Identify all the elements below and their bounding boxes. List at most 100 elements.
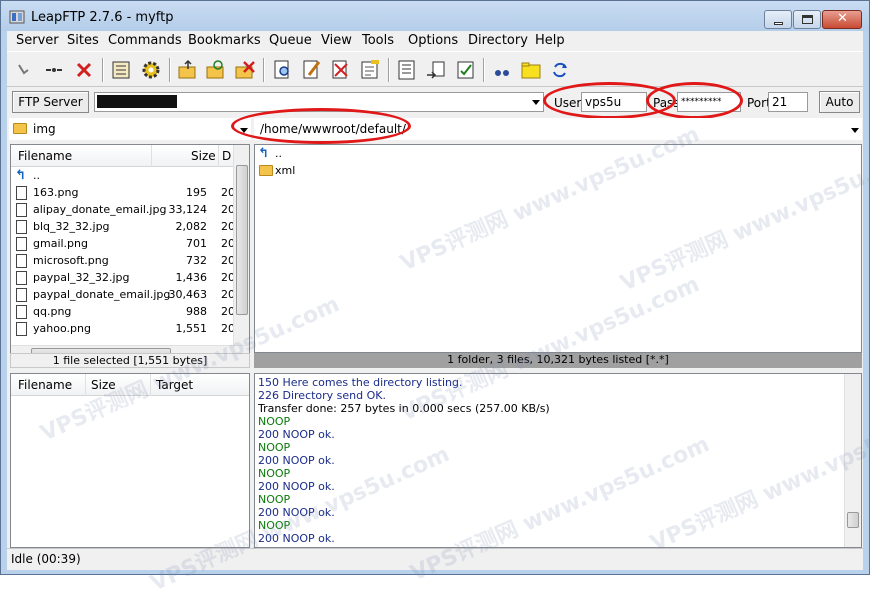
path-row: img /home/wwwroot/default/ [7, 108, 863, 144]
maximize-button[interactable] [793, 10, 821, 29]
list-item[interactable]: paypal_32_32.jpg 1,436 20 [11, 270, 235, 287]
col-size[interactable]: Size [91, 378, 116, 392]
settings-gear-icon[interactable] [140, 59, 162, 81]
file-icon [16, 271, 27, 285]
log-panel[interactable]: 150 Here comes the directory listing. 226… [254, 373, 862, 548]
folder-icon [259, 165, 273, 176]
list-item[interactable]: microsoft.png 732 20 [11, 253, 235, 270]
auto-button[interactable]: Auto [819, 91, 860, 113]
transfer-icon[interactable] [425, 59, 447, 81]
minimize-icon [774, 22, 783, 25]
file-size: 1,551 [175, 322, 208, 335]
file-icon [16, 254, 27, 268]
menu-server[interactable]: Server [16, 33, 59, 48]
checklist-icon[interactable] [455, 59, 477, 81]
folder-delete-icon[interactable] [234, 59, 256, 81]
connect-icon[interactable] [14, 59, 36, 81]
list-item[interactable]: paypal_donate_email.jpg 30,463 20 [11, 287, 235, 304]
cancel-x-icon[interactable] [73, 59, 95, 81]
menu-directory[interactable]: Directory [468, 33, 528, 48]
parent-dir-icon: ↰ [258, 146, 269, 161]
local-file-list[interactable]: Filename Size D ↰ .. 163.png 195 20 alipay_… [10, 144, 250, 364]
local-vertical-scrollbar[interactable] [233, 145, 249, 345]
menu-options[interactable]: Options [408, 33, 458, 48]
list-item-parent[interactable]: ↰ .. [11, 168, 233, 185]
log-line: 200 NOOP ok. [258, 454, 335, 467]
list-item[interactable]: qq.png 988 20 [11, 304, 235, 321]
col-filename[interactable]: Filename [18, 378, 72, 392]
list-item-parent[interactable]: ↰ .. [255, 146, 855, 163]
toolbar-separator [102, 58, 104, 82]
leapftp-app-icon [9, 10, 25, 24]
close-icon: ✕ [837, 11, 848, 26]
file-size: 1,436 [175, 271, 208, 284]
delete-file-icon[interactable] [330, 59, 352, 81]
file-icon [16, 203, 27, 217]
list-item[interactable]: blq_32_32.jpg 2,082 20 [11, 219, 235, 236]
binoculars-icon[interactable] [491, 59, 513, 81]
col-filename[interactable]: Filename [18, 149, 72, 163]
local-folder-combo[interactable]: img [9, 118, 251, 140]
log-line: 200 NOOP ok. [258, 480, 335, 493]
window-title: LeapFTP 2.7.6 - myftp [31, 10, 174, 25]
menu-commands[interactable]: Commands [108, 33, 182, 48]
col-size[interactable]: Size [191, 149, 216, 163]
log-line: 200 NOOP ok. [258, 532, 335, 545]
edit-pencil-icon[interactable] [301, 59, 323, 81]
scroll-thumb[interactable] [847, 512, 859, 528]
file-size: 732 [186, 254, 207, 267]
chevron-down-icon [532, 100, 540, 105]
port-field[interactable]: 21 [768, 92, 808, 112]
ftp-server-button[interactable]: FTP Server [12, 91, 89, 113]
log-line: 200 NOOP ok. [258, 506, 335, 519]
minimize-button[interactable] [764, 10, 792, 29]
col-date[interactable]: D [222, 149, 231, 163]
list-item-folder[interactable]: xml [255, 162, 855, 179]
col-divider [151, 145, 152, 167]
chevron-down-icon [851, 128, 859, 133]
menu-tools[interactable]: Tools [362, 33, 394, 48]
queue-header: Filename Size Target [11, 374, 249, 396]
col-divider [85, 374, 86, 396]
menu-sites[interactable]: Sites [67, 33, 99, 48]
remote-file-list[interactable]: ↰ .. xml [254, 144, 862, 353]
properties-icon[interactable] [359, 59, 381, 81]
site-manager-book-icon[interactable] [110, 59, 132, 81]
search-file-icon[interactable] [272, 59, 294, 81]
list-item[interactable]: gmail.png 701 20 [11, 236, 235, 253]
menu-help[interactable]: Help [535, 33, 565, 48]
toolbar-separator [388, 58, 390, 82]
list-item[interactable]: 163.png 195 20 [11, 185, 235, 202]
scroll-thumb[interactable] [236, 165, 248, 315]
folder-refresh-icon[interactable] [205, 59, 227, 81]
title-bar[interactable]: LeapFTP 2.7.6 - myftp ✕ [1, 1, 869, 31]
queue-list-icon[interactable] [396, 59, 418, 81]
client-area: Server Sites Commands Bookmarks Queue Vi… [7, 31, 870, 597]
sync-icon[interactable] [549, 59, 571, 81]
list-item[interactable]: alipay_donate_email.jpg 33,124 20 [11, 202, 235, 219]
col-divider [150, 374, 151, 396]
file-name: alipay_donate_email.jpg [33, 203, 167, 216]
file-name: blq_32_32.jpg [33, 220, 110, 233]
folder-upload-icon[interactable] [177, 59, 199, 81]
file-size: 30,463 [168, 288, 208, 301]
menu-view[interactable]: View [321, 33, 352, 48]
file-icon [16, 237, 27, 251]
disconnect-link-icon[interactable] [43, 59, 65, 81]
toolbar-separator [483, 58, 485, 82]
open-folder-icon[interactable] [520, 59, 542, 81]
file-icon [16, 186, 27, 200]
file-name: yahoo.png [33, 322, 91, 335]
col-target[interactable]: Target [156, 378, 193, 392]
log-line: NOOP [258, 441, 291, 454]
folder-icon [13, 123, 27, 134]
close-button[interactable]: ✕ [822, 10, 862, 29]
parent-dir-icon: ↰ [15, 168, 26, 183]
menu-queue[interactable]: Queue [269, 33, 312, 48]
log-line: NOOP [258, 467, 291, 480]
remote-status: 1 folder, 3 files, 10,321 bytes listed [… [254, 353, 862, 368]
menu-bookmarks[interactable]: Bookmarks [188, 33, 261, 48]
log-vertical-scrollbar[interactable] [844, 374, 861, 547]
list-item[interactable]: yahoo.png 1,551 20 [11, 321, 235, 338]
queue-list[interactable]: Filename Size Target [10, 373, 250, 548]
